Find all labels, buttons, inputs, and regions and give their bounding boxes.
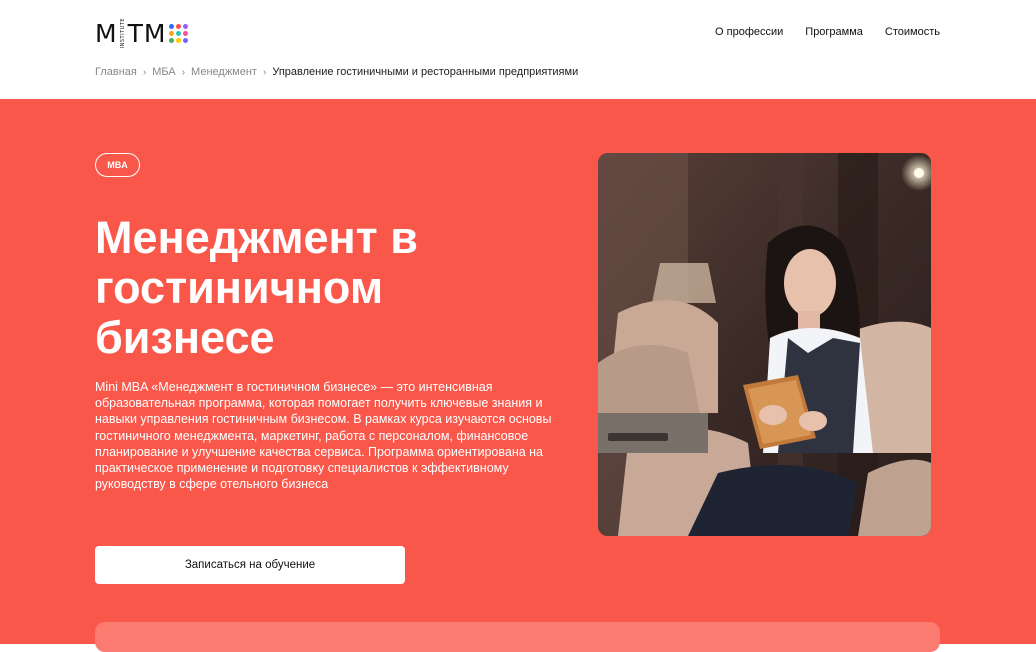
main-nav: О профессии Программа Стоимость xyxy=(715,26,940,38)
logo-dot xyxy=(169,23,175,29)
chevron-right-icon: › xyxy=(181,66,186,78)
breadcrumb: Главная › МБА › Менеджмент › Управление … xyxy=(95,66,578,78)
logo-subtitle: INSTITUTE xyxy=(119,17,126,49)
logo-dot xyxy=(176,30,182,36)
breadcrumb-home[interactable]: Главная xyxy=(95,66,137,78)
enroll-button[interactable]: Записаться на обучение xyxy=(95,546,405,584)
bottom-info-strip xyxy=(95,622,940,652)
logo-dot xyxy=(176,37,182,43)
hero-section: MBA Менеджмент в гостиничном бизнесе Min… xyxy=(0,99,1036,652)
logo-dot xyxy=(183,23,189,29)
chevron-right-icon: › xyxy=(262,66,267,78)
site-header: M INSTITUTE TM О профессии Программа Сто… xyxy=(0,0,1036,99)
chevron-right-icon: › xyxy=(142,66,147,78)
nav-link-program[interactable]: Программа xyxy=(805,26,863,38)
nav-link-about[interactable]: О профессии xyxy=(715,26,783,38)
logo-dot xyxy=(169,37,175,43)
logo-wordmark: M INSTITUTE TM xyxy=(95,18,166,48)
breadcrumb-mba[interactable]: МБА xyxy=(152,66,175,78)
logo-dot xyxy=(183,37,189,43)
logo[interactable]: M INSTITUTE TM xyxy=(95,18,189,48)
woman-with-tablet-illustration xyxy=(598,153,931,536)
breadcrumb-current: Управление гостиничными и ресторанными п… xyxy=(272,66,579,78)
course-description: Mini MBA «Менеджмент в гостиничном бизне… xyxy=(95,380,552,492)
logo-dot xyxy=(183,30,189,36)
hero-photo xyxy=(598,153,931,536)
logo-dots-icon xyxy=(169,23,189,43)
page-title: Менеджмент в гостиничном бизнесе xyxy=(95,212,418,363)
category-badge: MBA xyxy=(95,153,140,177)
logo-letters-tm: TM xyxy=(127,18,167,48)
logo-dot xyxy=(176,23,182,29)
logo-letter-m: M xyxy=(95,18,118,48)
nav-link-price[interactable]: Стоимость xyxy=(885,26,940,38)
logo-dot xyxy=(169,30,175,36)
breadcrumb-management[interactable]: Менеджмент xyxy=(191,66,257,78)
